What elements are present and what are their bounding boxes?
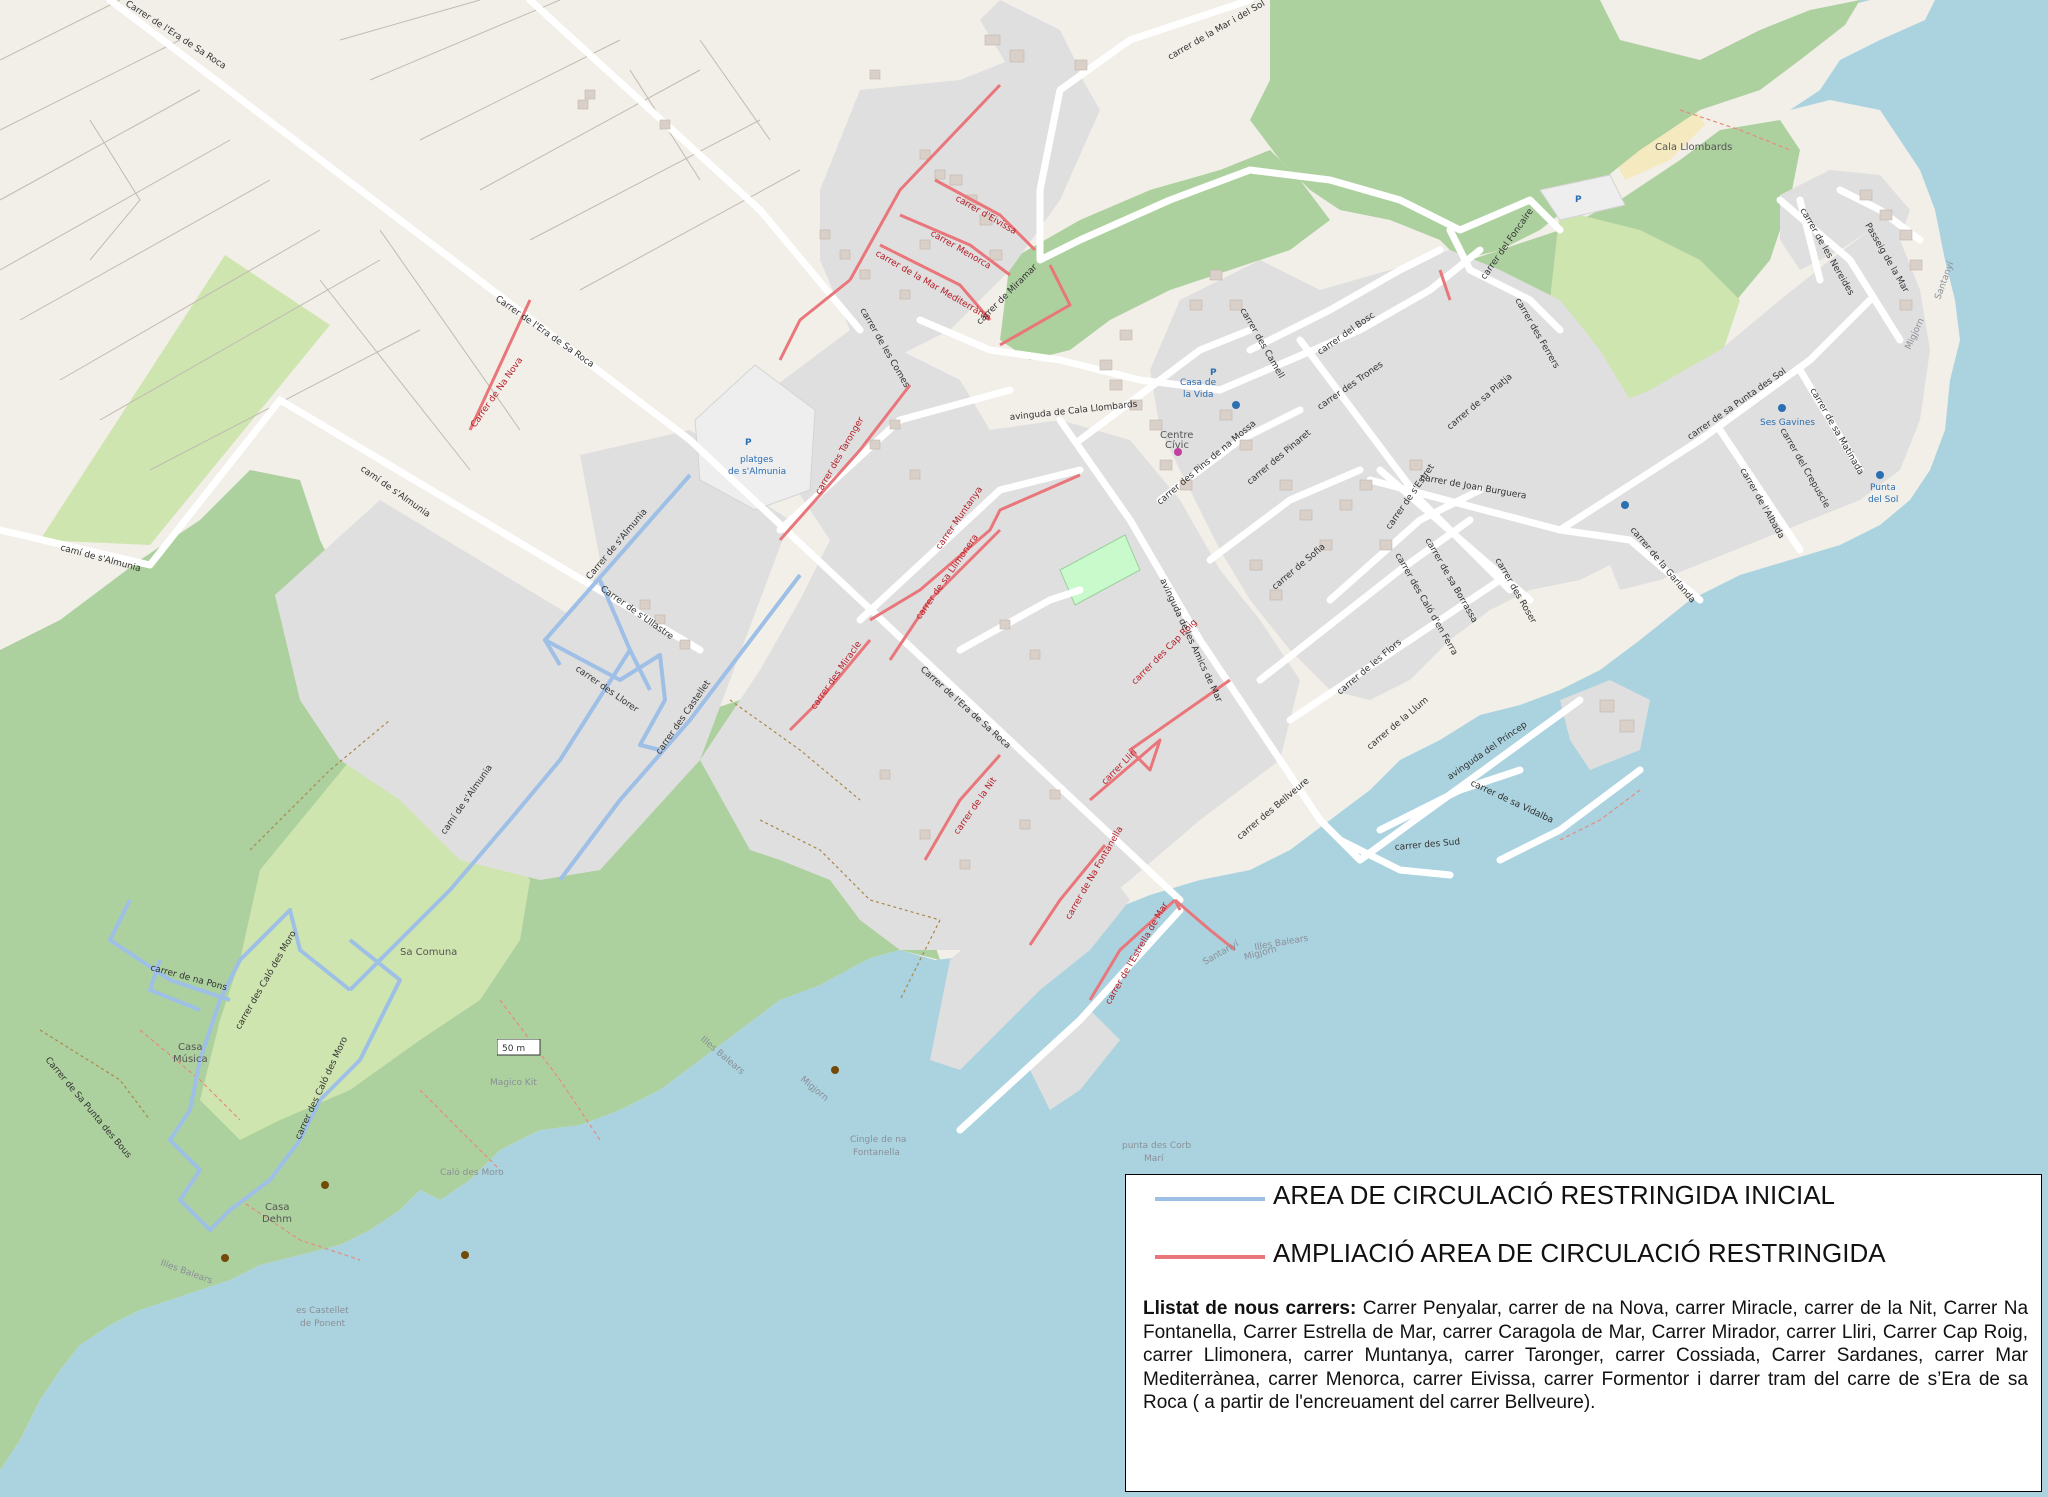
svg-text:Casa: Casa <box>265 1202 289 1213</box>
svg-text:la Vida: la Vida <box>1183 390 1214 400</box>
svg-text:de Ponent: de Ponent <box>300 1319 346 1329</box>
svg-text:punta des Corb: punta des Corb <box>1122 1141 1191 1151</box>
svg-text:P: P <box>1575 195 1582 205</box>
legend-swatch-extension <box>1155 1255 1265 1259</box>
legend-box: AREA DE CIRCULACIÓ RESTRINGIDA INICIAL A… <box>1125 1174 2042 1492</box>
svg-text:Casa de: Casa de <box>1180 378 1217 388</box>
svg-text:platges: platges <box>740 455 774 465</box>
car-icon <box>1232 401 1240 409</box>
viewpoint-icon-2 <box>321 1181 329 1189</box>
new-streets-list: Llistat de nous carrers: Carrer Penyalar… <box>1143 1297 2028 1415</box>
svg-text:Magico Kit: Magico Kit <box>490 1078 537 1088</box>
svg-text:Fontanella: Fontanella <box>853 1148 900 1158</box>
svg-text:Sa Comuna: Sa Comuna <box>400 947 457 958</box>
svg-text:es Castellet: es Castellet <box>296 1306 349 1316</box>
svg-text:P: P <box>745 438 752 448</box>
legend-label-extension: AMPLIACIÓ AREA DE CIRCULACIÓ RESTRINGIDA <box>1273 1238 1886 1268</box>
legend-swatch-initial <box>1155 1197 1265 1201</box>
svg-text:Ses Gavines: Ses Gavines <box>1760 418 1815 428</box>
pharmacy-icon <box>1174 448 1182 456</box>
svg-text:de s'Almunia: de s'Almunia <box>728 467 786 477</box>
svg-text:Marí: Marí <box>1144 1154 1164 1164</box>
svg-text:Dehm: Dehm <box>262 1214 292 1225</box>
svg-text:Casa: Casa <box>178 1042 202 1053</box>
new-streets-list-title: Llistat de nous carrers: <box>1143 1298 1357 1319</box>
water-drop-icon <box>1778 404 1786 412</box>
scale-bar-label: 50 m <box>502 1044 525 1054</box>
svg-text:Cingle de na: Cingle de na <box>850 1135 906 1145</box>
svg-text:del Sol: del Sol <box>1868 495 1898 505</box>
scale-bar: 50 m <box>496 1038 541 1063</box>
svg-text:Música: Música <box>173 1053 208 1065</box>
svg-text:P: P <box>1210 368 1217 378</box>
viewpoint-icon <box>831 1066 839 1074</box>
viewpoint-icon-3 <box>221 1254 229 1262</box>
scale-bar-graphic: 50 m <box>496 1038 541 1056</box>
water-drop-icon-2 <box>1876 471 1884 479</box>
viewpoint-icon-4 <box>461 1251 469 1259</box>
svg-text:Punta: Punta <box>1870 483 1896 493</box>
svg-text:Caló des Moro: Caló des Moro <box>440 1167 504 1178</box>
svg-text:Cala Llombards: Cala Llombards <box>1655 142 1732 153</box>
water-drop-icon-3 <box>1621 501 1629 509</box>
legend-label-initial: AREA DE CIRCULACIÓ RESTRINGIDA INICIAL <box>1273 1180 1836 1210</box>
